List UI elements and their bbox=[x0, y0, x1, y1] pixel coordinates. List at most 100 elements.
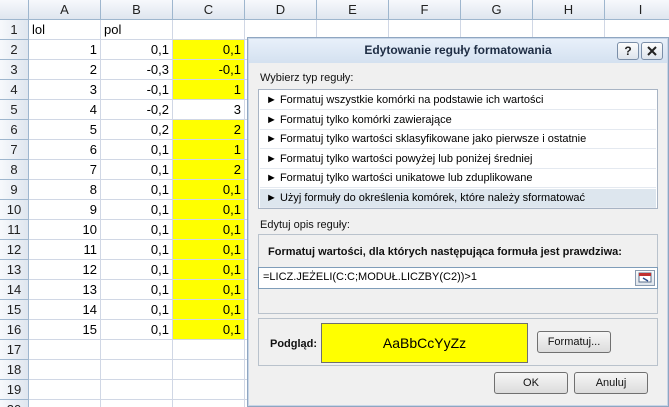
cell-b6[interactable]: 0,2 bbox=[101, 120, 173, 140]
column-header-c[interactable]: C bbox=[173, 0, 245, 20]
cell-c17[interactable] bbox=[173, 340, 245, 360]
row-header-8[interactable]: 8 bbox=[0, 160, 29, 180]
cell-b13[interactable]: 0,1 bbox=[101, 260, 173, 280]
cell-a5[interactable]: 4 bbox=[29, 100, 101, 120]
cell-c4[interactable]: 1 bbox=[173, 80, 245, 100]
column-header-f[interactable]: F bbox=[389, 0, 461, 20]
column-header-b[interactable]: B bbox=[101, 0, 173, 20]
row-header-7[interactable]: 7 bbox=[0, 140, 29, 160]
column-header-a[interactable]: A bbox=[29, 0, 101, 20]
cell-b14[interactable]: 0,1 bbox=[101, 280, 173, 300]
cell-c19[interactable] bbox=[173, 380, 245, 400]
rule-type-item[interactable]: ► Użyj formuły do określenia komórek, kt… bbox=[260, 188, 656, 208]
select-all-corner[interactable] bbox=[0, 0, 29, 20]
cell-c20[interactable] bbox=[173, 400, 245, 407]
cell-a15[interactable]: 14 bbox=[29, 300, 101, 320]
cell-c10[interactable]: 0,1 bbox=[173, 200, 245, 220]
cell-a9[interactable]: 8 bbox=[29, 180, 101, 200]
column-header-h[interactable]: H bbox=[533, 0, 605, 20]
cell-c8[interactable]: 2 bbox=[173, 160, 245, 180]
cell-b10[interactable]: 0,1 bbox=[101, 200, 173, 220]
row-header-20[interactable]: 20 bbox=[0, 400, 29, 407]
cancel-button[interactable]: Anuluj bbox=[574, 372, 648, 394]
cell-b12[interactable]: 0,1 bbox=[101, 240, 173, 260]
row-header-13[interactable]: 13 bbox=[0, 260, 29, 280]
cell-a3[interactable]: 2 bbox=[29, 60, 101, 80]
cell-c16[interactable]: 0,1 bbox=[173, 320, 245, 340]
row-header-14[interactable]: 14 bbox=[0, 280, 29, 300]
cell-a14[interactable]: 13 bbox=[29, 280, 101, 300]
row-header-9[interactable]: 9 bbox=[0, 180, 29, 200]
cell-a10[interactable]: 9 bbox=[29, 200, 101, 220]
cell-b3[interactable]: -0,3 bbox=[101, 60, 173, 80]
cell-a13[interactable]: 12 bbox=[29, 260, 101, 280]
format-button[interactable]: Formatuj... bbox=[537, 331, 611, 353]
cell-c1[interactable] bbox=[173, 20, 245, 40]
row-header-16[interactable]: 16 bbox=[0, 320, 29, 340]
dialog-title-bar[interactable]: Edytowanie reguły formatowania ? bbox=[249, 39, 667, 63]
column-header-g[interactable]: G bbox=[461, 0, 533, 20]
rule-type-item[interactable]: ► Formatuj tylko wartości unikatowe lub … bbox=[260, 169, 656, 188]
cell-a8[interactable]: 7 bbox=[29, 160, 101, 180]
cell-b8[interactable]: 0,1 bbox=[101, 160, 173, 180]
cell-b11[interactable]: 0,1 bbox=[101, 220, 173, 240]
collapse-dialog-button[interactable] bbox=[635, 270, 655, 286]
row-header-2[interactable]: 2 bbox=[0, 40, 29, 60]
cell-c5[interactable]: 3 bbox=[173, 100, 245, 120]
column-header-i[interactable]: I bbox=[605, 0, 669, 20]
row-header-17[interactable]: 17 bbox=[0, 340, 29, 360]
rule-type-list[interactable]: ► Formatuj wszystkie komórki na podstawi… bbox=[258, 89, 658, 209]
row-header-11[interactable]: 11 bbox=[0, 220, 29, 240]
cell-b15[interactable]: 0,1 bbox=[101, 300, 173, 320]
rule-type-item[interactable]: ► Formatuj tylko komórki zawierające bbox=[260, 111, 656, 130]
cell-c11[interactable]: 0,1 bbox=[173, 220, 245, 240]
row-header-15[interactable]: 15 bbox=[0, 300, 29, 320]
cell-a2[interactable]: 1 bbox=[29, 40, 101, 60]
cell-b19[interactable] bbox=[101, 380, 173, 400]
cell-c2[interactable]: 0,1 bbox=[173, 40, 245, 60]
cell-b17[interactable] bbox=[101, 340, 173, 360]
cell-a17[interactable] bbox=[29, 340, 101, 360]
cell-b4[interactable]: -0,1 bbox=[101, 80, 173, 100]
ok-button[interactable]: OK bbox=[494, 372, 568, 394]
cell-b18[interactable] bbox=[101, 360, 173, 380]
cell-b7[interactable]: 0,1 bbox=[101, 140, 173, 160]
cell-b2[interactable]: 0,1 bbox=[101, 40, 173, 60]
rule-type-item[interactable]: ► Formatuj tylko wartości powyżej lub po… bbox=[260, 150, 656, 169]
cell-b20[interactable] bbox=[101, 400, 173, 407]
cell-a1[interactable]: lol bbox=[29, 20, 101, 40]
cell-a19[interactable] bbox=[29, 380, 101, 400]
cell-b9[interactable]: 0,1 bbox=[101, 180, 173, 200]
rule-type-item[interactable]: ► Formatuj tylko wartości sklasyfikowane… bbox=[260, 130, 656, 149]
help-button[interactable]: ? bbox=[617, 42, 639, 60]
cell-a12[interactable]: 11 bbox=[29, 240, 101, 260]
cell-a18[interactable] bbox=[29, 360, 101, 380]
cell-b16[interactable]: 0,1 bbox=[101, 320, 173, 340]
cell-b1[interactable]: pol bbox=[101, 20, 173, 40]
row-header-6[interactable]: 6 bbox=[0, 120, 29, 140]
cell-c7[interactable]: 1 bbox=[173, 140, 245, 160]
cell-b5[interactable]: -0,2 bbox=[101, 100, 173, 120]
row-header-4[interactable]: 4 bbox=[0, 80, 29, 100]
row-header-18[interactable]: 18 bbox=[0, 360, 29, 380]
cell-c6[interactable]: 2 bbox=[173, 120, 245, 140]
row-header-5[interactable]: 5 bbox=[0, 100, 29, 120]
row-header-19[interactable]: 19 bbox=[0, 380, 29, 400]
cell-a16[interactable]: 15 bbox=[29, 320, 101, 340]
cell-c18[interactable] bbox=[173, 360, 245, 380]
cell-c14[interactable]: 0,1 bbox=[173, 280, 245, 300]
cell-c13[interactable]: 0,1 bbox=[173, 260, 245, 280]
close-button[interactable] bbox=[641, 42, 663, 60]
cell-a11[interactable]: 10 bbox=[29, 220, 101, 240]
cell-c3[interactable]: -0,1 bbox=[173, 60, 245, 80]
row-header-3[interactable]: 3 bbox=[0, 60, 29, 80]
column-header-e[interactable]: E bbox=[317, 0, 389, 20]
cell-a20[interactable] bbox=[29, 400, 101, 407]
cell-c15[interactable]: 0,1 bbox=[173, 300, 245, 320]
cell-a6[interactable]: 5 bbox=[29, 120, 101, 140]
cell-c9[interactable]: 0,1 bbox=[173, 180, 245, 200]
cell-a7[interactable]: 6 bbox=[29, 140, 101, 160]
row-header-1[interactable]: 1 bbox=[0, 20, 29, 40]
cell-a4[interactable]: 3 bbox=[29, 80, 101, 100]
formula-input[interactable]: =LICZ.JEŻELI(C:C;MODUŁ.LICZBY(C2))>1 bbox=[258, 267, 658, 289]
